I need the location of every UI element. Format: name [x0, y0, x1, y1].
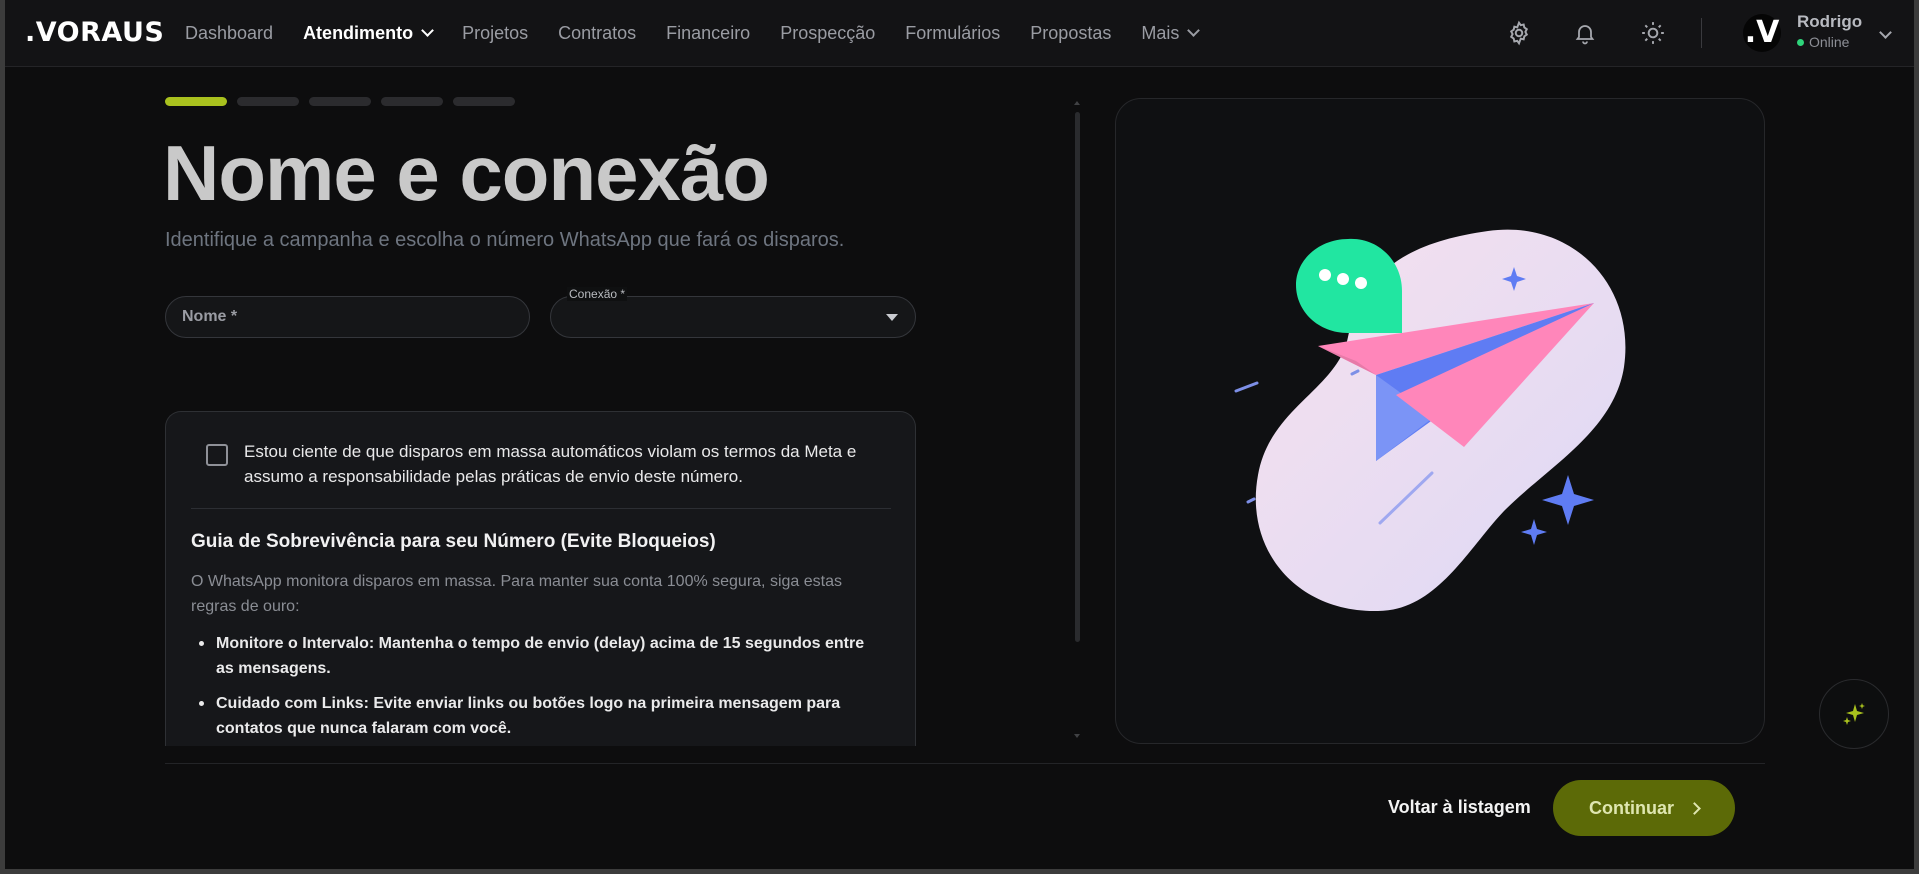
main-nav: Dashboard Atendimento Projetos Contratos…: [185, 0, 1228, 66]
gear-icon: [1509, 20, 1529, 46]
scroll-down-arrow[interactable]: [1074, 734, 1080, 738]
nav-item-financeiro[interactable]: Financeiro: [666, 23, 750, 44]
back-to-list-link[interactable]: Voltar à listagem: [1388, 797, 1531, 818]
user-menu-chevron[interactable]: [1879, 24, 1892, 42]
sparkle-icon: [1521, 519, 1547, 545]
continue-button[interactable]: Continuar: [1553, 780, 1735, 836]
guide-rule-item: Monitore o Intervalo: Mantenha o tempo d…: [191, 631, 881, 681]
sun-icon: [1642, 22, 1664, 44]
conexao-label: Conexão *: [567, 287, 628, 301]
sparkle-icon: [1542, 475, 1594, 525]
nav-item-propostas[interactable]: Propostas: [1030, 23, 1111, 44]
wizard-step-1: [165, 97, 227, 106]
conexao-select[interactable]: [550, 296, 916, 338]
guide-rules-list: Monitore o Intervalo: Mantenha o tempo d…: [191, 631, 881, 746]
scroll-up-arrow[interactable]: [1074, 101, 1080, 105]
nav-label: Projetos: [462, 22, 529, 43]
chat-bubble-icon: [1296, 238, 1402, 333]
nav-item-mais[interactable]: Mais: [1141, 22, 1201, 44]
sparkles-icon: [1843, 703, 1865, 725]
card-divider: [191, 508, 891, 509]
nav-item-contratos[interactable]: Contratos: [558, 23, 636, 44]
nav-label: Financeiro: [666, 22, 751, 43]
wizard-step-4: [381, 97, 443, 106]
wizard-step-2: [237, 97, 299, 106]
chevron-right-icon: [1688, 801, 1701, 815]
chevron-down-icon: [1879, 26, 1892, 39]
footer-divider: [165, 763, 1765, 764]
user-name[interactable]: Rodrigo: [1797, 12, 1862, 32]
caret-down-icon: [886, 314, 898, 321]
notifications-button[interactable]: [1571, 19, 1599, 47]
nav-label: Mais: [1141, 22, 1180, 43]
nav-item-dashboard[interactable]: Dashboard: [185, 23, 273, 44]
chevron-down-icon: [421, 24, 434, 37]
nav-label: Formulários: [905, 22, 1001, 43]
nav-label: Contratos: [558, 22, 637, 43]
wizard-step-5: [453, 97, 515, 106]
nav-item-projetos[interactable]: Projetos: [462, 23, 528, 44]
wizard-step-indicator: [165, 97, 525, 106]
app-window: .VORAUS Dashboard Atendimento Projetos C…: [0, 0, 1919, 874]
nav-label: Propostas: [1030, 22, 1112, 43]
nav-label: Dashboard: [185, 22, 274, 43]
user-status-label: Online: [1809, 34, 1850, 50]
nav-label: Atendimento: [303, 22, 414, 43]
guide-rule-item: Cuidado com Links: Evite enviar links ou…: [191, 691, 881, 741]
continue-button-label: Continuar: [1589, 797, 1674, 818]
navbar-divider: [1701, 18, 1702, 48]
chevron-down-icon: [1187, 24, 1201, 37]
consent-text[interactable]: Estou ciente de que disparos em massa au…: [244, 439, 894, 489]
guide-intro: O WhatsApp monitora disparos em massa. P…: [191, 573, 842, 615]
consent-card: Estou ciente de que disparos em massa au…: [165, 411, 916, 746]
bell-icon: [1575, 25, 1595, 45]
wizard-step-3: [309, 97, 371, 106]
campaign-illustration: [1234, 229, 1626, 612]
user-status: Online: [1797, 34, 1849, 50]
motion-line: [1234, 381, 1259, 393]
nav-item-formularios[interactable]: Formulários: [905, 23, 1000, 44]
scrollbar-thumb[interactable]: [1075, 112, 1080, 642]
motion-line: [1246, 497, 1256, 504]
nome-input[interactable]: [166, 297, 529, 337]
online-status-dot: [1797, 38, 1804, 46]
avatar[interactable]: .V: [1743, 14, 1781, 52]
page-subtitle: Identifique a campanha e escolha o númer…: [165, 229, 845, 251]
illustration-panel: [1115, 98, 1765, 744]
settings-button[interactable]: [1505, 19, 1533, 47]
theme-toggle-button[interactable]: [1639, 19, 1667, 47]
brand-logo[interactable]: .VORAUS: [25, 17, 164, 48]
nav-item-atendimento[interactable]: Atendimento: [303, 22, 434, 44]
nome-field: [165, 296, 530, 338]
page-title: Nome e conexão: [163, 129, 770, 217]
nav-label: Prospecção: [780, 22, 876, 43]
ai-assistant-button[interactable]: [1819, 679, 1889, 749]
nav-item-prospeccao[interactable]: Prospecção: [780, 23, 875, 44]
guide-title: Guia de Sobrevivência para seu Número (E…: [191, 531, 716, 552]
top-navbar: .VORAUS Dashboard Atendimento Projetos C…: [5, 0, 1914, 67]
consent-checkbox[interactable]: [206, 444, 228, 466]
